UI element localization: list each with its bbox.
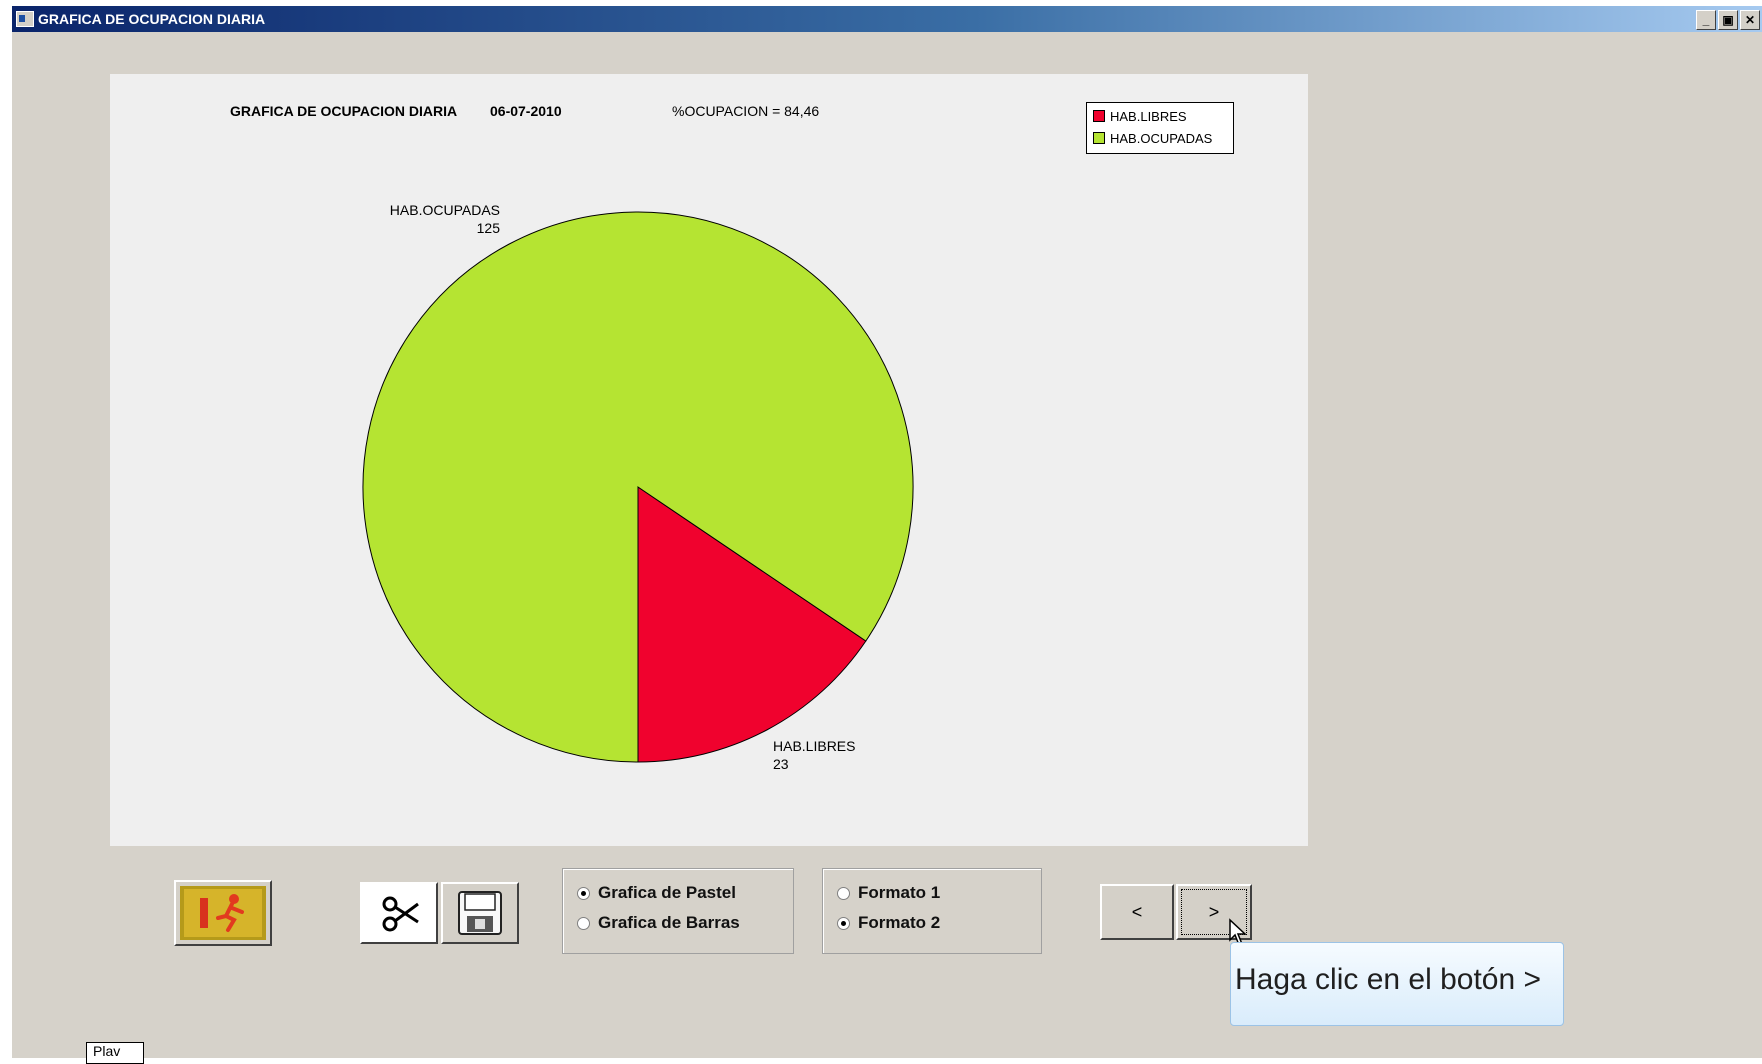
- occupancy-percentage: %OCUPACION = 84,46: [672, 103, 819, 119]
- radio-button-format-1[interactable]: [837, 886, 850, 900]
- radio-label-format-2: Formato 2: [858, 913, 941, 932]
- legend-item-libres: HAB.LIBRES: [1093, 107, 1187, 125]
- format-group: Formato 1 Formato 2: [822, 868, 1042, 954]
- scissors-icon: [382, 896, 419, 932]
- app-icon: [16, 11, 34, 27]
- close-button[interactable]: ✕: [1740, 10, 1760, 30]
- legend-label-ocupadas: HAB.OCUPADAS: [1110, 130, 1213, 146]
- radio-format-1[interactable]: Formato 1: [837, 883, 940, 903]
- chart-panel: GRAFICA DE OCUPACION DIARIA 06-07-2010 %…: [110, 74, 1308, 846]
- radio-bar-chart[interactable]: Grafica de Barras: [577, 913, 740, 933]
- radio-button-bars[interactable]: [577, 916, 590, 930]
- window-title: GRAFICA DE OCUPACION DIARIA: [38, 11, 266, 27]
- chart-type-group: Grafica de Pastel Grafica de Barras: [562, 868, 794, 954]
- radio-pie-chart[interactable]: Grafica de Pastel: [577, 883, 736, 903]
- radio-button-format-2[interactable]: [837, 916, 850, 930]
- legend-item-ocupadas: HAB.OCUPADAS: [1093, 129, 1212, 147]
- radio-format-2[interactable]: Formato 2: [837, 913, 940, 933]
- radio-button-pie[interactable]: [577, 886, 590, 900]
- radio-label-format-1: Formato 1: [858, 883, 941, 902]
- taskbar-item[interactable]: Plav: [86, 1042, 144, 1064]
- pie-chart: GRAFICA DE OCUPACION DIARIA 06-07-2010 %…: [230, 103, 914, 772]
- previous-button[interactable]: <: [1100, 884, 1174, 940]
- legend-label-libres: HAB.LIBRES: [1110, 108, 1187, 124]
- slice-label-libres-value: 23: [773, 756, 789, 772]
- radio-label-pie: Grafica de Pastel: [598, 883, 736, 902]
- slice-label-ocupadas-value: 125: [477, 220, 501, 236]
- cut-button[interactable]: [360, 882, 438, 944]
- restore-button[interactable]: ▣: [1718, 10, 1738, 30]
- legend-swatch-ocupadas: [1093, 132, 1105, 144]
- floppy-disk-icon: [458, 891, 502, 935]
- exit-button[interactable]: [174, 880, 272, 946]
- radio-label-bars: Grafica de Barras: [598, 913, 740, 932]
- title-bar[interactable]: GRAFICA DE OCUPACION DIARIA _ ▣ ✕: [12, 6, 1762, 32]
- legend-swatch-libres: [1093, 110, 1105, 122]
- slice-label-ocupadas-name: HAB.OCUPADAS: [390, 202, 500, 218]
- chart-date: 06-07-2010: [490, 103, 562, 119]
- chart-title: GRAFICA DE OCUPACION DIARIA: [230, 103, 457, 119]
- chart-legend: HAB.LIBRES HAB.OCUPADAS: [1086, 102, 1234, 154]
- minimize-button[interactable]: _: [1696, 10, 1716, 30]
- hint-tooltip: Haga clic en el botón >: [1230, 942, 1564, 1026]
- slice-label-libres-name: HAB.LIBRES: [773, 738, 855, 754]
- exit-icon: [180, 886, 266, 940]
- save-button[interactable]: [441, 882, 519, 944]
